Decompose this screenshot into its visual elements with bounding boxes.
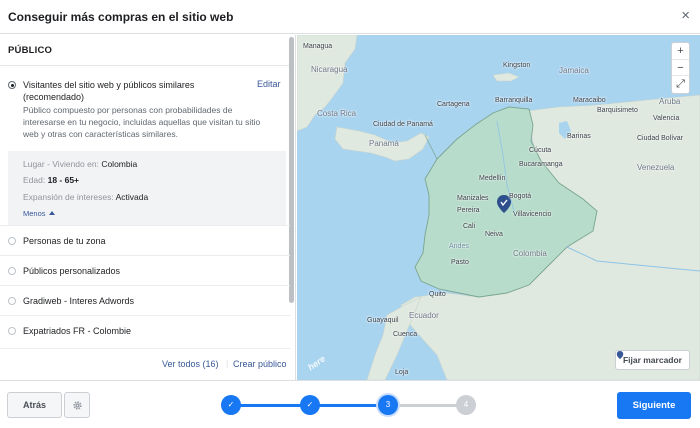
create-audience-link[interactable]: Crear público bbox=[233, 359, 287, 369]
map-label-pereira: Pereira bbox=[457, 207, 480, 214]
map-label-panama-city: Ciudad de Panamá bbox=[373, 121, 433, 128]
audience-map[interactable]: Managua Nicaragua Kingston Jamaica Costa… bbox=[297, 35, 700, 380]
gear-icon bbox=[73, 401, 82, 410]
border-panama-colombia bbox=[424, 134, 438, 160]
map-label-bogota: Bogotá bbox=[509, 193, 532, 200]
step-2: ✓ bbox=[300, 395, 320, 415]
detail-age-value: 18 - 65+ bbox=[47, 175, 80, 185]
map-label-neiva: Neiva bbox=[485, 231, 503, 238]
edit-audience-link[interactable]: Editar bbox=[257, 79, 281, 89]
next-button[interactable]: Siguiente bbox=[617, 392, 691, 419]
audience-panel: PÚBLICO Visitantes del sitio web y públi… bbox=[0, 35, 296, 380]
map-label-cali: Cali bbox=[463, 223, 476, 230]
view-all-link[interactable]: Ver todos (16) bbox=[162, 359, 219, 369]
step-3: 3 bbox=[378, 395, 398, 415]
detail-age: Edad: 18 - 65+ bbox=[23, 175, 79, 185]
map-label-cucuta: Cúcuta bbox=[529, 147, 552, 154]
radio-expatriados[interactable] bbox=[8, 327, 16, 335]
drop-pin-button[interactable]: Fijar marcador bbox=[614, 350, 690, 370]
option-label: Gradiweb - Interes Adwords bbox=[23, 296, 135, 306]
option-expatriados[interactable]: Expatriados FR - Colombie bbox=[0, 315, 290, 345]
detail-expansion-label: Expansión de intereses: bbox=[23, 192, 114, 202]
map-graphic bbox=[297, 35, 700, 380]
link-separator: | bbox=[226, 358, 229, 368]
map-label-panama: Panamá bbox=[369, 139, 399, 148]
land-ecuador-coast bbox=[366, 296, 422, 380]
progress-steps: ✓ ✓ 3 4 bbox=[221, 395, 477, 415]
option-local-people[interactable]: Personas de tu zona bbox=[0, 225, 290, 255]
map-label-aruba: Aruba bbox=[659, 97, 681, 106]
map-label-barquisimeto: Barquisimeto bbox=[597, 107, 638, 114]
less-toggle[interactable]: Menos bbox=[23, 209, 55, 218]
option-custom-audiences[interactable]: Públicos personalizados bbox=[0, 255, 290, 285]
zoom-in-button[interactable]: + bbox=[672, 43, 689, 59]
drop-pin-label: Fijar marcador bbox=[622, 355, 682, 365]
map-label-costa-rica: Costa Rica bbox=[317, 109, 357, 118]
dialog-footer: Atrás ✓ ✓ 3 4 Siguiente bbox=[0, 380, 700, 428]
detail-expansion: Expansión de intereses: Activada bbox=[23, 192, 148, 202]
step-4: 4 bbox=[456, 395, 476, 415]
map-label-manizales: Manizales bbox=[457, 195, 489, 202]
option-label: Públicos personalizados bbox=[23, 266, 121, 276]
step-1: ✓ bbox=[221, 395, 241, 415]
map-label-nicaragua: Nicaragua bbox=[311, 65, 348, 74]
fit-bounds-icon[interactable]: ⤢ bbox=[672, 75, 689, 91]
map-label-guayaquil: Guayaquil bbox=[367, 317, 399, 324]
audience-details-box: Lugar - Viviendo en: Colombia Edad: 18 -… bbox=[8, 151, 286, 225]
audience-section-title: PÚBLICO bbox=[8, 45, 53, 56]
less-label: Menos bbox=[23, 209, 46, 218]
detail-expansion-value: Activada bbox=[115, 192, 149, 202]
map-label-andes: Andes bbox=[449, 243, 469, 250]
dialog-title: Conseguir más compras en el sitio web bbox=[8, 10, 234, 24]
map-label-managua: Managua bbox=[303, 43, 333, 50]
option-label: Personas de tu zona bbox=[23, 236, 106, 246]
detail-location-label: Lugar - Viviendo en: bbox=[23, 159, 99, 169]
map-label-pasto: Pasto bbox=[451, 259, 469, 266]
map-label-kingston: Kingston bbox=[503, 62, 531, 69]
map-label-barranquilla: Barranquilla bbox=[495, 97, 533, 104]
radio-local-people[interactable] bbox=[8, 237, 16, 245]
caret-up-icon bbox=[48, 211, 55, 215]
map-label-cartagena: Cartagena bbox=[437, 101, 470, 108]
map-zoom-controls: + − ⤢ bbox=[671, 42, 690, 94]
option-website-visitors-description: Público compuesto por personas con proba… bbox=[23, 105, 261, 139]
land-jamaica bbox=[492, 72, 520, 82]
map-label-medellin: Medellín bbox=[479, 175, 506, 182]
map-label-maracaibo: Maracaibo bbox=[573, 97, 606, 104]
map-label-barinas: Barinas bbox=[567, 133, 591, 140]
back-button[interactable]: Atrás bbox=[7, 392, 62, 418]
map-label-quito: Quito bbox=[429, 291, 446, 298]
pin-icon bbox=[616, 351, 624, 359]
map-label-jamaica: Jamaica bbox=[559, 66, 589, 75]
detail-age-label: Edad: bbox=[23, 175, 46, 185]
radio-gradiweb[interactable] bbox=[8, 297, 16, 305]
detail-location-value: Colombia bbox=[101, 159, 138, 169]
zoom-out-button[interactable]: − bbox=[672, 59, 689, 75]
close-icon[interactable]: × bbox=[681, 8, 690, 24]
option-label: Expatriados FR - Colombie bbox=[23, 326, 132, 336]
map-label-bucaramanga: Bucaramanga bbox=[519, 161, 563, 168]
radio-website-visitors[interactable] bbox=[8, 81, 16, 89]
option-gradiweb[interactable]: Gradiweb - Interes Adwords bbox=[0, 285, 290, 315]
dialog-header: Conseguir más compras en el sitio web × bbox=[0, 0, 700, 34]
map-label-valencia: Valencia bbox=[653, 115, 680, 122]
map-label-venezuela: Venezuela bbox=[637, 163, 675, 172]
audience-section-header: PÚBLICO bbox=[0, 35, 290, 66]
step-connector bbox=[231, 404, 311, 407]
map-label-villavicencio: Villavicencio bbox=[513, 211, 552, 218]
map-label-cuenca: Cuenca bbox=[393, 331, 418, 338]
settings-button[interactable] bbox=[64, 392, 90, 418]
map-label-ecuador: Ecuador bbox=[409, 311, 439, 320]
detail-location: Lugar - Viviendo en: Colombia bbox=[23, 159, 137, 169]
map-label-colombia: Colombia bbox=[513, 249, 547, 258]
option-website-visitors-title[interactable]: Visitantes del sitio web y públicos simi… bbox=[23, 79, 243, 103]
map-label-loja: Loja bbox=[395, 369, 409, 376]
map-label-ciudad-bolivar: Ciudad Bolívar bbox=[637, 135, 683, 142]
radio-custom-audiences[interactable] bbox=[8, 267, 16, 275]
audience-footer-links: Ver todos (16) | Crear público bbox=[0, 348, 290, 378]
